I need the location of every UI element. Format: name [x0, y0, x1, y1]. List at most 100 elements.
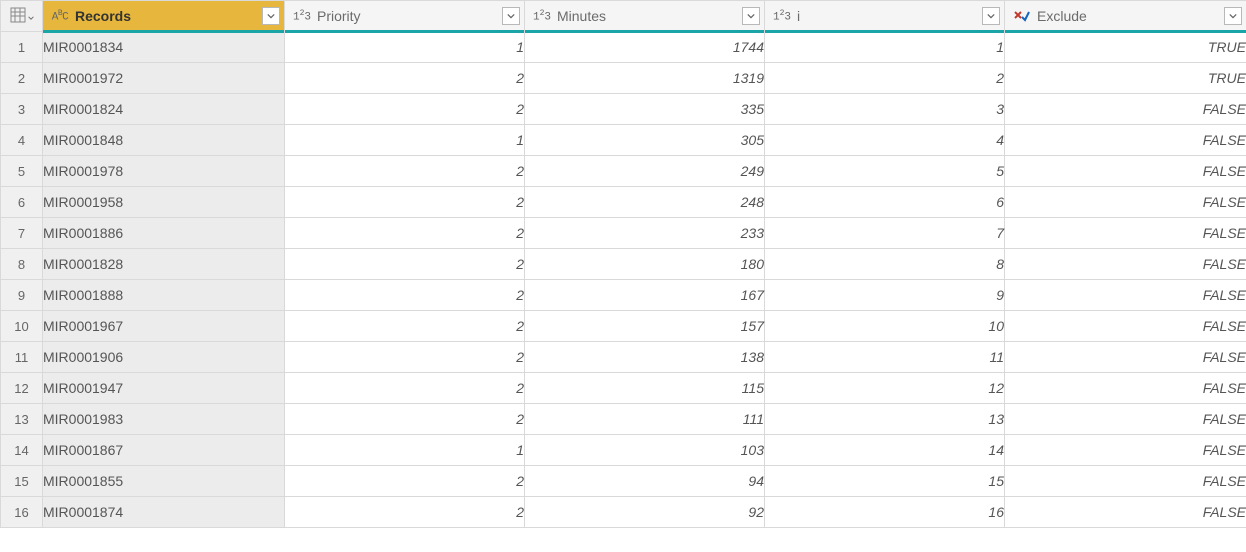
- cell-records[interactable]: MIR0001874: [43, 497, 285, 528]
- cell-i[interactable]: 11: [765, 342, 1005, 373]
- table-row[interactable]: 4MIR000184813054FALSE: [1, 125, 1246, 156]
- column-header-minutes[interactable]: 123 Minutes: [525, 1, 765, 32]
- row-number[interactable]: 15: [1, 466, 43, 497]
- cell-exclude[interactable]: FALSE: [1005, 125, 1246, 156]
- cell-i[interactable]: 9: [765, 280, 1005, 311]
- row-number[interactable]: 12: [1, 373, 43, 404]
- table-row[interactable]: 7MIR000188622337FALSE: [1, 218, 1246, 249]
- row-number[interactable]: 1: [1, 32, 43, 63]
- cell-minutes[interactable]: 103: [525, 435, 765, 466]
- cell-records[interactable]: MIR0001958: [43, 187, 285, 218]
- cell-minutes[interactable]: 157: [525, 311, 765, 342]
- cell-exclude[interactable]: FALSE: [1005, 342, 1246, 373]
- row-number[interactable]: 7: [1, 218, 43, 249]
- cell-minutes[interactable]: 138: [525, 342, 765, 373]
- table-row[interactable]: 11MIR0001906213811FALSE: [1, 342, 1246, 373]
- cell-minutes[interactable]: 92: [525, 497, 765, 528]
- column-header-priority[interactable]: 123 Priority: [285, 1, 525, 32]
- row-number[interactable]: 5: [1, 156, 43, 187]
- cell-i[interactable]: 7: [765, 218, 1005, 249]
- cell-i[interactable]: 4: [765, 125, 1005, 156]
- cell-records[interactable]: MIR0001972: [43, 63, 285, 94]
- table-row[interactable]: 13MIR0001983211113FALSE: [1, 404, 1246, 435]
- cell-exclude[interactable]: FALSE: [1005, 156, 1246, 187]
- table-row[interactable]: 10MIR0001967215710FALSE: [1, 311, 1246, 342]
- cell-exclude[interactable]: FALSE: [1005, 311, 1246, 342]
- cell-minutes[interactable]: 305: [525, 125, 765, 156]
- cell-i[interactable]: 3: [765, 94, 1005, 125]
- cell-minutes[interactable]: 233: [525, 218, 765, 249]
- cell-i[interactable]: 1: [765, 32, 1005, 63]
- cell-records[interactable]: MIR0001824: [43, 94, 285, 125]
- cell-minutes[interactable]: 249: [525, 156, 765, 187]
- cell-records[interactable]: MIR0001888: [43, 280, 285, 311]
- cell-priority[interactable]: 2: [285, 342, 525, 373]
- column-header-exclude[interactable]: Exclude: [1005, 1, 1246, 32]
- cell-records[interactable]: MIR0001947: [43, 373, 285, 404]
- table-row[interactable]: 16MIR000187429216FALSE: [1, 497, 1246, 528]
- column-header-records[interactable]: ABC Records: [43, 1, 285, 32]
- row-number[interactable]: 13: [1, 404, 43, 435]
- cell-records[interactable]: MIR0001983: [43, 404, 285, 435]
- row-number[interactable]: 4: [1, 125, 43, 156]
- cell-exclude[interactable]: FALSE: [1005, 94, 1246, 125]
- column-header-i[interactable]: 123 i: [765, 1, 1005, 32]
- cell-i[interactable]: 5: [765, 156, 1005, 187]
- cell-minutes[interactable]: 1319: [525, 63, 765, 94]
- cell-priority[interactable]: 2: [285, 311, 525, 342]
- row-number[interactable]: 8: [1, 249, 43, 280]
- cell-minutes[interactable]: 111: [525, 404, 765, 435]
- cell-records[interactable]: MIR0001828: [43, 249, 285, 280]
- table-row[interactable]: 12MIR0001947211512FALSE: [1, 373, 1246, 404]
- cell-i[interactable]: 14: [765, 435, 1005, 466]
- cell-priority[interactable]: 2: [285, 497, 525, 528]
- cell-exclude[interactable]: FALSE: [1005, 187, 1246, 218]
- cell-i[interactable]: 2: [765, 63, 1005, 94]
- cell-priority[interactable]: 1: [285, 125, 525, 156]
- cell-priority[interactable]: 1: [285, 32, 525, 63]
- table-row[interactable]: 9MIR000188821679FALSE: [1, 280, 1246, 311]
- cell-priority[interactable]: 2: [285, 466, 525, 497]
- table-row[interactable]: 2MIR0001972213192TRUE: [1, 63, 1246, 94]
- table-row[interactable]: 1MIR0001834117441TRUE: [1, 32, 1246, 63]
- cell-records[interactable]: MIR0001886: [43, 218, 285, 249]
- cell-records[interactable]: MIR0001848: [43, 125, 285, 156]
- cell-i[interactable]: 16: [765, 497, 1005, 528]
- cell-i[interactable]: 12: [765, 373, 1005, 404]
- table-row[interactable]: 6MIR000195822486FALSE: [1, 187, 1246, 218]
- cell-records[interactable]: MIR0001978: [43, 156, 285, 187]
- cell-exclude[interactable]: FALSE: [1005, 249, 1246, 280]
- filter-button-records[interactable]: [262, 7, 280, 25]
- cell-i[interactable]: 6: [765, 187, 1005, 218]
- cell-exclude[interactable]: FALSE: [1005, 466, 1246, 497]
- cell-minutes[interactable]: 335: [525, 94, 765, 125]
- table-row[interactable]: 8MIR000182821808FALSE: [1, 249, 1246, 280]
- table-row[interactable]: 5MIR000197822495FALSE: [1, 156, 1246, 187]
- cell-i[interactable]: 10: [765, 311, 1005, 342]
- cell-exclude[interactable]: FALSE: [1005, 497, 1246, 528]
- row-number[interactable]: 3: [1, 94, 43, 125]
- cell-minutes[interactable]: 94: [525, 466, 765, 497]
- cell-priority[interactable]: 2: [285, 249, 525, 280]
- cell-priority[interactable]: 1: [285, 435, 525, 466]
- cell-priority[interactable]: 2: [285, 156, 525, 187]
- row-number[interactable]: 10: [1, 311, 43, 342]
- cell-priority[interactable]: 2: [285, 63, 525, 94]
- row-number[interactable]: 16: [1, 497, 43, 528]
- cell-exclude[interactable]: FALSE: [1005, 280, 1246, 311]
- select-all-corner[interactable]: [1, 1, 43, 32]
- row-number[interactable]: 6: [1, 187, 43, 218]
- table-row[interactable]: 14MIR0001867110314FALSE: [1, 435, 1246, 466]
- cell-exclude[interactable]: TRUE: [1005, 32, 1246, 63]
- row-number[interactable]: 9: [1, 280, 43, 311]
- cell-exclude[interactable]: FALSE: [1005, 404, 1246, 435]
- cell-i[interactable]: 13: [765, 404, 1005, 435]
- cell-minutes[interactable]: 167: [525, 280, 765, 311]
- cell-priority[interactable]: 2: [285, 218, 525, 249]
- cell-exclude[interactable]: TRUE: [1005, 63, 1246, 94]
- filter-button-exclude[interactable]: [1224, 7, 1242, 25]
- cell-records[interactable]: MIR0001855: [43, 466, 285, 497]
- cell-priority[interactable]: 2: [285, 404, 525, 435]
- cell-exclude[interactable]: FALSE: [1005, 373, 1246, 404]
- row-number[interactable]: 14: [1, 435, 43, 466]
